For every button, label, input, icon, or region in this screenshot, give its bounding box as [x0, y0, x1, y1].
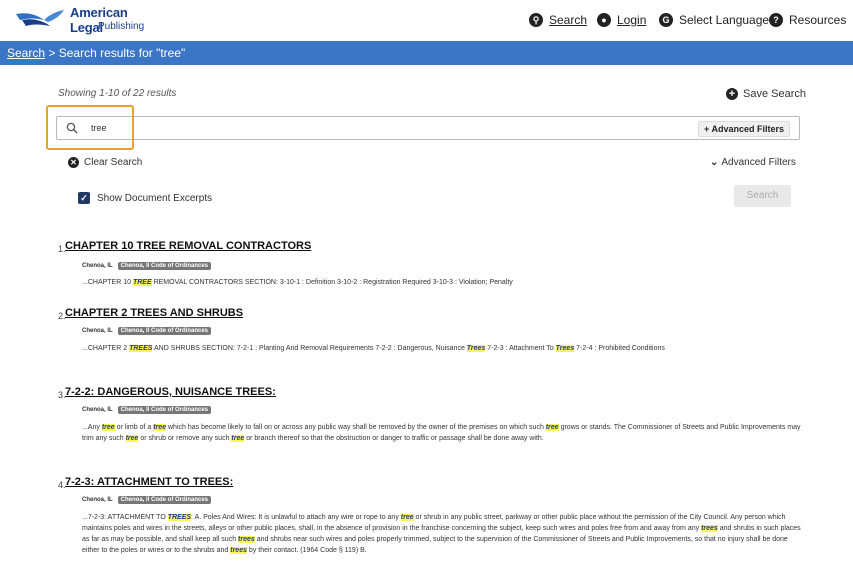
excerpt-highlight: tree: [400, 514, 414, 521]
result-tags: Chenoa, IL Chenoa, Il Code of Ordinances: [82, 496, 212, 504]
excerpt-highlight: Trees: [466, 345, 486, 352]
result-code-badge: Chenoa, Il Code of Ordinances: [117, 406, 212, 414]
result-excerpt: ...CHAPTER 10 TREE REMOVAL CONTRACTORS S…: [82, 277, 803, 288]
result-place-tag: Chenoa, IL: [82, 328, 113, 334]
excerpt-highlight: trees: [238, 536, 255, 543]
excerpt-highlight: TREES: [129, 345, 153, 352]
excerpt-text: or limb of a: [114, 424, 154, 431]
american-legal-logo[interactable]: American Legal Publishing: [14, 2, 154, 36]
result-tags: Chenoa, IL Chenoa, Il Code of Ordinances: [82, 262, 212, 270]
excerpt-highlight: trees: [701, 525, 718, 532]
result-tags: Chenoa, IL Chenoa, Il Code of Ordinances: [82, 327, 212, 335]
nav-login-link[interactable]: ● Login: [597, 11, 646, 29]
excerpt-text: by their contact. (1964 Code § 119) B.: [246, 547, 367, 554]
excerpt-highlight: tree: [231, 435, 245, 442]
result-code-badge: Chenoa, Il Code of Ordinances: [117, 496, 212, 504]
result-place-tag: Chenoa, IL: [82, 263, 113, 269]
excerpt-highlight: tree: [101, 424, 115, 431]
user-icon: ●: [597, 13, 611, 27]
result-code-badge: Chenoa, Il Code of Ordinances: [117, 327, 212, 335]
excerpt-text: ...7-2-3: ATTACHMENT TO: [82, 514, 168, 521]
excerpt-text: ...Any: [82, 424, 102, 431]
excerpt-highlight: tree: [125, 435, 139, 442]
nav-search-link[interactable]: ⚲ Search: [529, 11, 587, 29]
top-header: American Legal Publishing ⚲ Search ● Log…: [0, 0, 853, 38]
excerpt-highlight: trees: [230, 547, 247, 554]
results-count: Showing 1-10 of 22 results: [58, 88, 177, 99]
focus-highlight-frame: [46, 105, 134, 150]
excerpt-text: : A. Poles And Wires: It is unlawful to …: [191, 514, 401, 521]
close-icon: ✕: [68, 157, 79, 168]
excerpt-highlight: tree: [153, 424, 167, 431]
excerpt-text: AND SHRUBS SECTION: 7-2-1 : Planting And…: [152, 345, 467, 352]
excerpt-text: or shrub or remove any such: [138, 435, 232, 442]
result-excerpt: ...Any tree or limb of a tree which has …: [82, 422, 803, 444]
search-button[interactable]: Search: [734, 185, 791, 207]
result-place-tag: Chenoa, IL: [82, 497, 113, 503]
breadcrumb-current: Search results for "tree": [58, 46, 186, 60]
clear-search-button[interactable]: ✕ Clear Search: [68, 157, 142, 168]
chevron-down-icon: ⌄: [710, 157, 719, 168]
result-tags: Chenoa, IL Chenoa, Il Code of Ordinances: [82, 406, 212, 414]
breadcrumb-search-link[interactable]: Search: [7, 46, 45, 60]
excerpt-highlight: TREES: [167, 514, 192, 521]
excerpt-highlight: tree: [545, 424, 559, 431]
plus-circle-icon: +: [726, 88, 738, 100]
nav-search-label: Search: [549, 13, 588, 27]
excerpt-text: or branch thereof so that the obstructio…: [244, 435, 544, 442]
show-excerpts-label: Show Document Excerpts: [97, 192, 213, 204]
result-title-link[interactable]: CHAPTER 10 TREE REMOVAL CONTRACTORS: [65, 240, 311, 252]
result-title-link[interactable]: 7-2-3: ATTACHMENT TO TREES:: [65, 476, 233, 488]
logo-text-secondary: Publishing: [98, 21, 145, 32]
excerpt-text: ...CHAPTER 10: [82, 279, 133, 286]
excerpt-text: which has become likely to fall on or ac…: [166, 424, 546, 431]
question-icon: ?: [769, 13, 783, 27]
result-title-link[interactable]: 7-2-2: DANGEROUS, NUISANCE TREES:: [65, 386, 276, 398]
save-search-button[interactable]: + Save Search: [726, 88, 806, 100]
search-icon: ⚲: [529, 13, 543, 27]
result-title-link[interactable]: CHAPTER 2 TREES AND SHRUBS: [65, 307, 243, 319]
resources-menu[interactable]: ? Resources ▼: [769, 11, 853, 29]
advanced-filters-toggle[interactable]: ⌄ Advanced Filters: [710, 157, 796, 168]
result-code-badge: Chenoa, Il Code of Ordinances: [117, 262, 212, 270]
resources-label: Resources: [789, 13, 847, 27]
save-search-label: Save Search: [743, 88, 806, 100]
excerpt-highlight: TREE: [132, 279, 152, 286]
breadcrumb-separator: >: [45, 46, 59, 60]
language-label: Select Language: [679, 13, 770, 27]
excerpt-highlight: Trees: [555, 345, 575, 352]
search-input[interactable]: tree + Advanced Filters: [56, 116, 800, 140]
result-excerpt: ...7-2-3: ATTACHMENT TO TREES: A. Poles …: [82, 512, 803, 556]
result-excerpt: ...CHAPTER 2 TREES AND SHRUBS SECTION: 7…: [82, 343, 803, 354]
excerpt-text: 7-2-4 : Prohibited Conditions: [574, 345, 665, 352]
advanced-filters-toggle-label: Advanced Filters: [721, 157, 796, 168]
eagle-logo-icon: [16, 10, 64, 26]
advanced-filters-button[interactable]: + Advanced Filters: [698, 121, 790, 137]
clear-search-label: Clear Search: [84, 157, 143, 168]
language-selector[interactable]: G Select Language ▼: [659, 11, 783, 29]
excerpt-text: REMOVAL CONTRACTORS SECTION: 3-10-1 : De…: [151, 279, 513, 286]
show-excerpts-checkbox[interactable]: ✓ Show Document Excerpts: [78, 192, 212, 204]
nav-login-label: Login: [617, 13, 647, 27]
result-place-tag: Chenoa, IL: [82, 407, 113, 413]
excerpt-text: 7-2-3 : Attachment To: [485, 345, 556, 352]
breadcrumb: Search > Search results for "tree": [0, 41, 853, 65]
excerpt-text: ...CHAPTER 2: [82, 345, 130, 352]
checkbox-checked-icon: ✓: [78, 192, 90, 204]
globe-g-icon: G: [659, 13, 673, 27]
